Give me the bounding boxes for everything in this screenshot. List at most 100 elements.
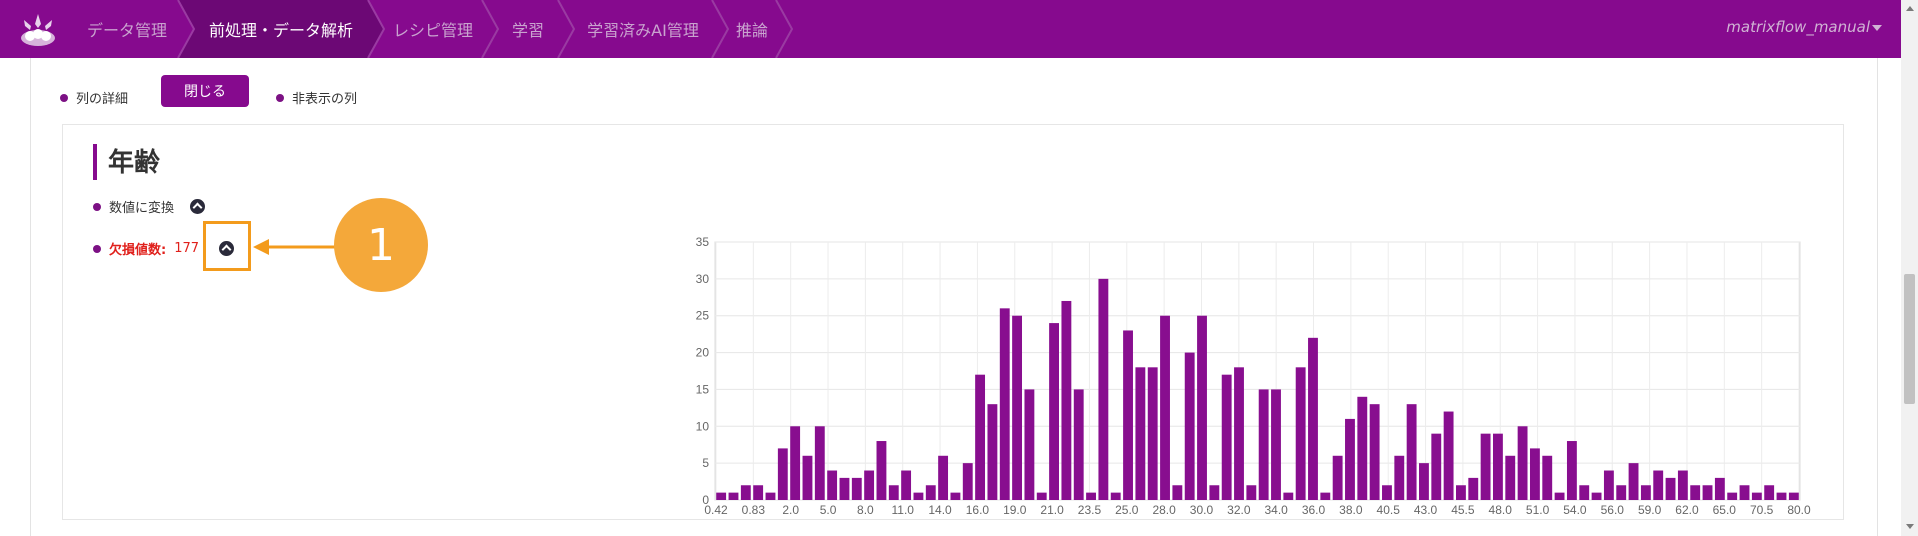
histogram-bar xyxy=(1209,485,1220,500)
x-tick-label: 36.0 xyxy=(1302,503,1326,517)
user-menu[interactable]: matrixflow_manual xyxy=(1726,18,1870,36)
x-tick-label: 5.0 xyxy=(820,503,837,517)
histogram-bar xyxy=(1086,492,1096,500)
column-detail-item[interactable]: 列の詳細 xyxy=(60,88,128,107)
nav-recipe-management[interactable]: レシピ管理 xyxy=(384,0,482,58)
histogram-bar xyxy=(1665,477,1676,500)
nav-data-management[interactable]: データ管理 xyxy=(76,0,178,58)
scroll-up-icon[interactable] xyxy=(1906,6,1914,11)
histogram-bar xyxy=(1776,492,1787,500)
histogram-bar xyxy=(1628,463,1639,500)
histogram-bar xyxy=(1603,470,1614,500)
convert-numeric-label: 数値に変換 xyxy=(109,201,175,216)
histogram-bar xyxy=(1653,470,1664,500)
histogram-bar xyxy=(1616,485,1627,500)
histogram-bar xyxy=(1702,485,1713,500)
missing-values-label: 欠損値数: xyxy=(109,243,167,258)
histogram-bar xyxy=(1184,352,1195,500)
histogram-bar xyxy=(999,308,1010,500)
histogram-bar xyxy=(888,485,899,500)
histogram-bar xyxy=(814,426,825,500)
y-tick-label: 10 xyxy=(696,419,710,433)
histogram-bar xyxy=(1197,315,1207,500)
x-tick-label: 14.0 xyxy=(928,503,952,517)
histogram-bar xyxy=(1456,485,1466,500)
histogram-bar xyxy=(716,492,727,500)
histogram-bar xyxy=(1751,492,1762,500)
histogram-bar xyxy=(1579,485,1590,500)
histogram-bar xyxy=(975,374,986,500)
histogram-bar xyxy=(962,463,973,500)
histogram-bar xyxy=(1542,455,1553,500)
histogram-bar xyxy=(790,426,801,500)
x-tick-label: 2.0 xyxy=(782,503,799,517)
x-tick-label: 43.0 xyxy=(1414,503,1438,517)
histogram-bar xyxy=(1135,367,1146,500)
x-tick-label: 48.0 xyxy=(1489,503,1513,517)
nav-preprocessing[interactable]: 前処理・データ解析 xyxy=(194,0,368,58)
column-detail-label: 列の詳細 xyxy=(76,92,129,107)
y-tick-label: 20 xyxy=(696,346,710,360)
close-button[interactable]: 閉じる xyxy=(161,75,249,107)
histogram-bar xyxy=(1246,485,1257,500)
x-tick-label: 30.0 xyxy=(1190,503,1214,517)
histogram-bar xyxy=(1788,492,1799,500)
x-tick-label: 65.0 xyxy=(1713,503,1737,517)
x-tick-label: 59.0 xyxy=(1638,503,1662,517)
vertical-scrollbar[interactable] xyxy=(1901,0,1918,536)
y-tick-label: 30 xyxy=(696,272,710,286)
x-tick-label: 38.0 xyxy=(1339,503,1363,517)
x-tick-label: 40.5 xyxy=(1377,503,1401,517)
histogram-bar xyxy=(1172,485,1183,500)
histogram-bar xyxy=(1566,441,1577,500)
histogram-bar xyxy=(1258,389,1269,500)
histogram-bar xyxy=(1739,485,1750,500)
nav-inference[interactable]: 推論 xyxy=(728,0,776,58)
histogram-bar xyxy=(1061,300,1072,500)
histogram-bar xyxy=(753,485,764,500)
bullet-icon xyxy=(60,93,68,102)
histogram-bar xyxy=(1394,455,1405,500)
bullet-icon xyxy=(93,244,101,253)
histogram-bar xyxy=(777,448,788,500)
histogram-bar xyxy=(1419,463,1429,500)
histogram-bar xyxy=(1160,315,1170,500)
hidden-columns-item[interactable]: 非表示の列 xyxy=(276,88,357,107)
histogram-bar xyxy=(839,477,850,500)
nav-trained-ai-management[interactable]: 学習済みAI管理 xyxy=(574,0,712,58)
chevron-up-circle-icon[interactable] xyxy=(190,199,206,214)
x-tick-label: 21.0 xyxy=(1040,503,1064,517)
histogram-bar xyxy=(913,492,924,500)
chevron-down-icon[interactable] xyxy=(1872,25,1882,31)
title-accent-bar xyxy=(93,144,97,180)
convert-numeric-option: 数値に変換 xyxy=(93,197,206,216)
histogram-bar xyxy=(1036,492,1047,500)
histogram-bar xyxy=(938,455,949,500)
histogram-bar xyxy=(728,492,739,500)
histogram-bar xyxy=(827,470,838,500)
histogram-bar xyxy=(1283,492,1294,500)
scrollbar-thumb[interactable] xyxy=(1904,274,1915,404)
histogram-bar xyxy=(1382,485,1392,500)
histogram-bar xyxy=(1147,367,1158,500)
scroll-down-icon[interactable] xyxy=(1906,524,1914,529)
histogram-bar xyxy=(1369,404,1380,500)
y-tick-label: 35 xyxy=(696,235,710,249)
histogram-bar xyxy=(1517,426,1528,500)
histogram-bar xyxy=(1098,278,1109,500)
annotation-badge: 1 xyxy=(334,198,428,292)
histogram-bar xyxy=(1271,389,1281,500)
x-tick-label: 32.0 xyxy=(1227,503,1251,517)
top-nav: データ管理 前処理・データ解析 レシピ管理 学習 学習済みAI管理 推論 mat… xyxy=(0,0,1918,58)
histogram-bar xyxy=(1123,330,1133,500)
histogram-bar xyxy=(987,404,998,500)
hidden-columns-label: 非表示の列 xyxy=(292,92,358,107)
x-tick-label: 11.0 xyxy=(891,503,914,517)
histogram-bar xyxy=(1764,485,1775,500)
nav-training[interactable]: 学習 xyxy=(498,0,558,58)
x-tick-label: 28.0 xyxy=(1152,503,1176,517)
bullet-icon xyxy=(93,202,101,211)
histogram-bar xyxy=(1431,433,1442,500)
x-tick-label: 62.0 xyxy=(1675,503,1699,517)
missing-values-count: 177 xyxy=(174,241,200,256)
